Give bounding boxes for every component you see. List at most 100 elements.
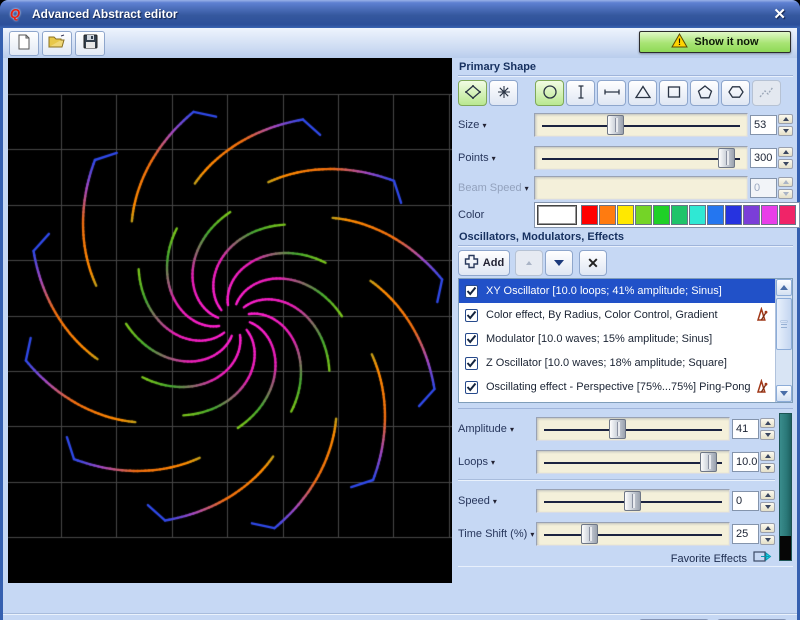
shape-button-hexagon[interactable] [721, 80, 750, 106]
loops-value[interactable]: 10.0 [732, 452, 759, 472]
shape-button-circle[interactable] [535, 80, 564, 106]
color-swatch-0[interactable] [581, 205, 598, 225]
speed-slider-track[interactable] [536, 489, 730, 513]
points-label[interactable]: Points ▾ [458, 152, 534, 164]
effects-toolbar: Add ✕ [458, 248, 793, 278]
size-slider-thumb[interactable] [607, 115, 624, 135]
color-swatch-1[interactable] [599, 205, 616, 225]
mode-button-abstract-diamond[interactable] [458, 80, 487, 106]
loops-slider-track[interactable] [536, 450, 730, 474]
effect-row-2[interactable]: Modulator [10.0 waves; 15% amplitude; Si… [459, 327, 775, 351]
amplitude-slider-thumb[interactable] [609, 419, 626, 439]
color-swatch-4[interactable] [653, 205, 670, 225]
delete-effect-button[interactable]: ✕ [579, 250, 607, 276]
time-shift-slider-thumb[interactable] [581, 524, 598, 544]
beam-speed-label[interactable]: Beam Speed ▾ [458, 182, 534, 194]
main-toolbar: ! Show it now [3, 28, 797, 58]
color-palette [534, 202, 800, 228]
size-spinner [778, 114, 793, 136]
color-swatch-11[interactable] [779, 205, 796, 225]
size-value[interactable]: 53 [750, 115, 777, 135]
size-label[interactable]: Size ▾ [458, 119, 534, 131]
speed-slider-thumb[interactable] [624, 491, 641, 511]
scroll-down-button[interactable] [776, 385, 792, 402]
time-shift-spin-up[interactable] [760, 523, 775, 533]
time-shift-label[interactable]: Time Shift (%) ▾ [458, 528, 536, 540]
color-swatch-7[interactable] [707, 205, 724, 225]
square-icon [664, 84, 684, 103]
color-label: Color [458, 209, 534, 221]
beam-speed-value[interactable]: 0 [750, 178, 777, 198]
color-swatch-8[interactable] [725, 205, 742, 225]
effect-checkbox-3[interactable] [465, 357, 478, 370]
shape-button-square[interactable] [659, 80, 688, 106]
new-file-button[interactable] [9, 31, 39, 56]
time-shift-slider-row: Time Shift (%) ▾ 25 [458, 517, 775, 550]
effect-checkbox-4[interactable] [465, 381, 478, 394]
time-shift-spin-down[interactable] [760, 535, 775, 545]
favorite-effects-icon[interactable] [753, 550, 773, 567]
time-shift-value[interactable]: 25 [732, 524, 759, 544]
open-file-button[interactable] [42, 31, 72, 56]
color-swatch-6[interactable] [689, 205, 706, 225]
effects-list: XY Oscillator [10.0 loops; 41% amplitude… [458, 278, 793, 403]
effects-scrollbar[interactable] [775, 279, 792, 402]
amplitude-spin-up[interactable] [760, 418, 775, 428]
color-swatch-5[interactable] [671, 205, 688, 225]
points-spin-down[interactable] [778, 159, 793, 169]
effect-row-5[interactable]: Brightness effect, By Radius, Brightness… [459, 399, 775, 402]
shape-button-vertical-line[interactable] [566, 80, 595, 106]
size-slider-track[interactable] [534, 113, 748, 137]
dialog-client-area: ! Show it now Primary Shape Size ▾53Poin… [3, 28, 797, 617]
show-it-now-label: Show it now [694, 36, 758, 48]
points-slider-thumb[interactable] [718, 148, 735, 168]
time-shift-slider-track[interactable] [536, 522, 730, 546]
amplitude-spin-down[interactable] [760, 430, 775, 440]
move-down-button[interactable] [545, 250, 573, 276]
save-file-button[interactable] [75, 31, 105, 56]
points-value[interactable]: 300 [750, 148, 777, 168]
points-slider-track[interactable] [534, 146, 748, 170]
shape-button-triangle[interactable] [628, 80, 657, 106]
speed-spin-up[interactable] [760, 490, 775, 500]
color-swatch-10[interactable] [761, 205, 778, 225]
shape-button-horizontal-line[interactable] [597, 80, 626, 106]
loops-slider-thumb[interactable] [700, 452, 717, 472]
effect-row-4[interactable]: Oscillating effect - Perspective [75%...… [459, 375, 775, 399]
points-spinner [778, 147, 793, 169]
color-swatch-white-selected[interactable] [537, 205, 577, 225]
effect-row-1[interactable]: Color effect, By Radius, Color Control, … [459, 303, 775, 327]
amplitude-slider-track[interactable] [536, 417, 730, 441]
loops-spin-down[interactable] [760, 463, 775, 473]
amplitude-value[interactable]: 41 [732, 419, 759, 439]
favorite-effects-link[interactable]: Favorite Effects [671, 553, 747, 565]
title-bar[interactable]: Q Advanced Abstract editor ✕ [0, 0, 800, 28]
close-icon[interactable]: ✕ [769, 5, 790, 23]
size-spin-up[interactable] [778, 114, 793, 124]
speed-spin-down[interactable] [760, 502, 775, 512]
mode-button-star-burst[interactable] [489, 80, 518, 106]
preview-canvas[interactable] [8, 58, 452, 583]
effect-checkbox-2[interactable] [465, 333, 478, 346]
size-spin-down[interactable] [778, 126, 793, 136]
points-spin-up[interactable] [778, 147, 793, 157]
scrollbar-thumb[interactable] [776, 298, 792, 350]
effect-row-0[interactable]: XY Oscillator [10.0 loops; 41% amplitude… [459, 279, 775, 303]
loops-spin-up[interactable] [760, 451, 775, 461]
open-folder-icon [48, 34, 66, 52]
speed-label[interactable]: Speed ▾ [458, 495, 536, 507]
speed-value[interactable]: 0 [732, 491, 759, 511]
effect-row-3[interactable]: Z Oscillator [10.0 waves; 18% amplitude;… [459, 351, 775, 375]
show-it-now-button[interactable]: ! Show it now [639, 31, 791, 53]
add-effect-button[interactable]: Add [458, 250, 510, 276]
amplitude-label[interactable]: Amplitude ▾ [458, 423, 536, 435]
shape-button-pentagon[interactable] [690, 80, 719, 106]
loops-label[interactable]: Loops ▾ [458, 456, 536, 468]
metronome-icon [755, 379, 769, 397]
color-swatch-3[interactable] [635, 205, 652, 225]
color-swatch-9[interactable] [743, 205, 760, 225]
scroll-up-button[interactable] [776, 279, 792, 296]
effect-checkbox-1[interactable] [465, 309, 478, 322]
effect-checkbox-0[interactable] [465, 285, 478, 298]
color-swatch-2[interactable] [617, 205, 634, 225]
